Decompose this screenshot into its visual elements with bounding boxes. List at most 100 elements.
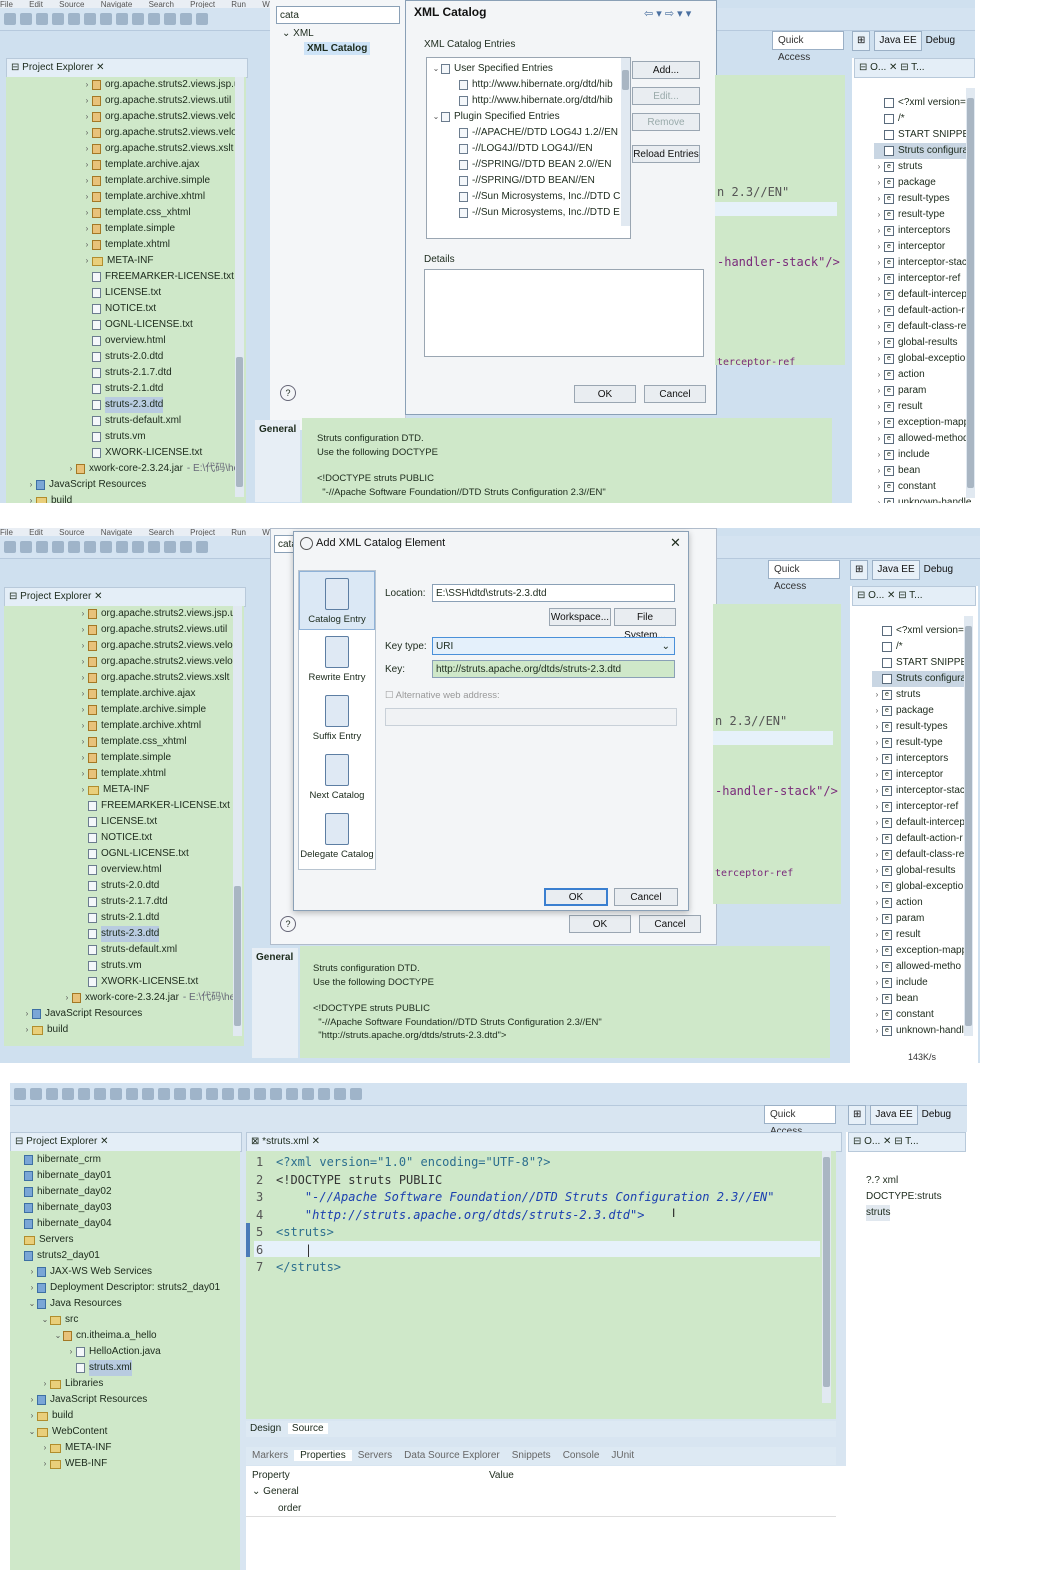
chevron-right-icon[interactable]: › (82, 189, 92, 205)
explorer-item[interactable]: FREEMARKER-LICENSE.txt (82, 269, 244, 285)
chevron-down-icon[interactable]: ⌄ (27, 1424, 37, 1440)
chevron-right-icon[interactable]: › (872, 767, 882, 783)
chevron-right-icon[interactable]: › (874, 463, 884, 479)
terminate-icon[interactable] (126, 1088, 138, 1100)
outline-item[interactable]: Struts configura (874, 143, 975, 159)
outline-item[interactable]: › e result (874, 399, 975, 415)
code-line[interactable]: 2 <!DOCTYPE struts PUBLIC (256, 1172, 775, 1190)
view-tab[interactable]: JUnit (605, 1450, 640, 1461)
perspective-java-ee[interactable]: Java EE (872, 560, 920, 580)
chevron-right-icon[interactable]: › (872, 863, 882, 879)
explorer-item[interactable]: ⌄ src (14, 1312, 220, 1328)
skip-breakpoints-icon[interactable] (68, 541, 80, 553)
outline-item[interactable]: › e global-results (874, 335, 975, 351)
console-icon[interactable] (180, 541, 192, 553)
alt-web-address-input[interactable] (385, 708, 677, 726)
chevron-right-icon[interactable]: › (78, 750, 88, 766)
explorer-item[interactable]: › xwork-core-2.3.24.jar - E:\代码\hei (62, 990, 240, 1006)
code-line[interactable]: 4 "http://struts.apache.org/dtds/struts-… (256, 1207, 775, 1225)
outline-item[interactable]: › e constant (874, 479, 975, 495)
perspective-java-ee[interactable]: Java EE (874, 31, 922, 51)
chevron-right-icon[interactable]: › (874, 447, 884, 463)
skip-breakpoints-icon[interactable] (78, 1088, 90, 1100)
explorer-item[interactable]: NOTICE.txt (78, 830, 240, 846)
code-line[interactable]: 5 <struts> (256, 1224, 775, 1242)
explorer-item[interactable]: › template.archive.simple (82, 173, 244, 189)
chevron-right-icon[interactable]: › (82, 237, 92, 253)
quick-access[interactable]: Quick Access (772, 31, 844, 63)
chevron-right-icon[interactable]: › (26, 477, 36, 493)
server-icon[interactable] (190, 1088, 202, 1100)
explorer-item[interactable]: › Libraries (14, 1376, 220, 1392)
print-icon[interactable] (52, 13, 64, 25)
entry-type-item[interactable]: Rewrite Entry (299, 630, 375, 689)
view-tab[interactable]: Servers (352, 1450, 398, 1461)
explorer-item[interactable]: › META-INF (78, 782, 240, 798)
outline-item[interactable]: › e result-types (874, 191, 975, 207)
outline-item[interactable]: › e default-class-re (874, 319, 975, 335)
nav-arrows[interactable]: ⇦ ▾ ⇨ ▾ ▾ (644, 7, 691, 20)
outline-item[interactable]: START SNIPPET (874, 127, 975, 143)
help-icon[interactable]: ? (280, 916, 296, 932)
chevron-right-icon[interactable]: › (872, 719, 882, 735)
catalog-entry[interactable]: -//SPRING//DTD BEAN//EN (431, 173, 620, 189)
chevron-right-icon[interactable]: › (22, 1022, 32, 1038)
chevron-right-icon[interactable]: › (872, 927, 882, 943)
explorer-item[interactable]: struts.vm (78, 958, 240, 974)
outline-item[interactable]: › e struts (872, 687, 973, 703)
explorer-item[interactable]: struts-2.1.7.dtd (82, 365, 244, 381)
explorer-item[interactable]: ⌄ WebContent (14, 1424, 220, 1440)
explorer-item[interactable]: › template.xhtml (78, 766, 240, 782)
outline-item[interactable]: START SNIPPET (872, 655, 973, 671)
entry-type-item[interactable]: Suffix Entry (299, 689, 375, 748)
save-icon[interactable] (20, 541, 32, 553)
outline-item[interactable]: › e result (872, 927, 973, 943)
prop-group-general[interactable]: ⌄ General (252, 1486, 299, 1497)
explorer-item[interactable]: › org.apache.struts2.views.xslt (78, 670, 240, 686)
explorer-item[interactable]: LICENSE.txt (78, 814, 240, 830)
chevron-right-icon[interactable]: › (78, 670, 88, 686)
outline-item[interactable]: › e allowed-metho (872, 959, 973, 975)
explorer-item[interactable]: ⌄ Java Resources (14, 1296, 220, 1312)
debug-icon[interactable] (206, 1088, 218, 1100)
chevron-right-icon[interactable]: › (26, 493, 36, 503)
outline-item[interactable]: › e interceptor-ref (872, 799, 973, 815)
explorer-item[interactable]: OGNL-LICENSE.txt (82, 317, 244, 333)
outline-item[interactable]: › e package (874, 175, 975, 191)
explorer-item[interactable]: › WEB-INF (14, 1456, 220, 1472)
key-type-select[interactable]: URI ⌄ (432, 637, 675, 655)
explorer-item[interactable]: hibernate_day02 (14, 1184, 220, 1200)
explorer-item[interactable]: struts-default.xml (78, 942, 240, 958)
terminate-icon[interactable] (116, 541, 128, 553)
add-button[interactable]: Add... (632, 61, 700, 79)
tab-design[interactable]: Design (246, 1423, 285, 1434)
print-icon[interactable] (52, 541, 64, 553)
outline-item[interactable]: › e param (872, 911, 973, 927)
view-tab[interactable]: Snippets (506, 1450, 557, 1461)
catalog-entry[interactable]: -//SPRING//DTD BEAN 2.0//EN (431, 157, 620, 173)
chevron-right-icon[interactable]: › (872, 879, 882, 895)
project-explorer-tab[interactable]: ⊟ Project Explorer ✕ (6, 58, 248, 78)
location-input[interactable]: E:\SSH\dtd\struts-2.3.dtd (432, 584, 675, 602)
explorer-item[interactable]: › org.apache.struts2.views.util (82, 93, 244, 109)
cancel-button[interactable]: Cancel (644, 385, 706, 403)
outline-item[interactable]: › e interceptor (874, 239, 975, 255)
code-line[interactable]: 7 </struts> (256, 1259, 775, 1277)
outline-item[interactable]: Struts configura (872, 671, 974, 687)
view-tab[interactable]: Properties (294, 1450, 352, 1461)
save-icon[interactable] (30, 1088, 42, 1100)
chevron-right-icon[interactable]: › (874, 207, 884, 223)
chevron-right-icon[interactable]: › (40, 1376, 50, 1392)
outline-item[interactable]: /* (874, 111, 975, 127)
explorer-item[interactable]: › template.simple (78, 750, 240, 766)
chevron-right-icon[interactable]: › (872, 687, 882, 703)
explorer-item[interactable]: › template.css_xhtml (78, 734, 240, 750)
code-lines[interactable]: 1 <?xml version="1.0" encoding="UTF-8"?> 2… (256, 1154, 775, 1277)
explorer-item[interactable]: hibernate_day04 (14, 1216, 220, 1232)
chevron-down-icon[interactable]: ⌄ (431, 61, 441, 77)
chevron-right-icon[interactable]: › (872, 735, 882, 751)
explorer-item[interactable]: › META-INF (82, 253, 244, 269)
explorer-scrollbar-2[interactable] (233, 606, 242, 1036)
open-perspective-icon[interactable]: ⊞ (848, 1105, 867, 1125)
explorer-item[interactable]: ⌄ cn.itheima.a_hello (14, 1328, 220, 1344)
